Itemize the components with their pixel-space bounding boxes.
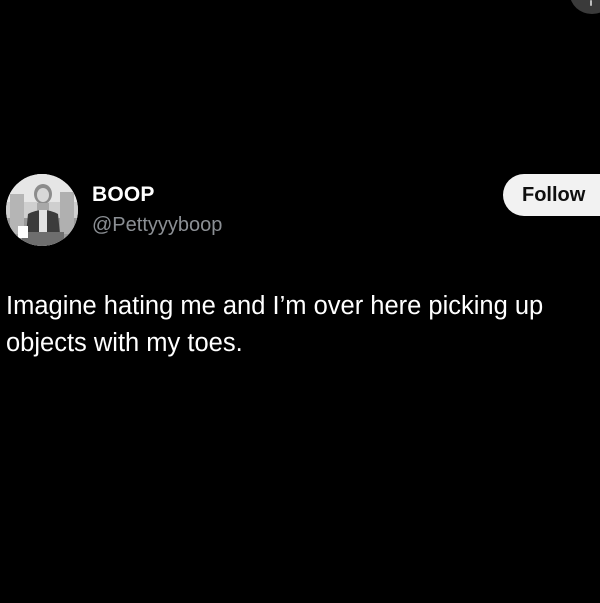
profile-photo-icon [6, 174, 78, 246]
tweet-card: BOOP @Pettyyyboop Follow Imagine hating … [0, 0, 600, 603]
follow-button[interactable]: Follow [503, 174, 600, 216]
tweet-text: Imagine hating me and I’m over here pick… [6, 292, 544, 357]
avatar[interactable] [6, 174, 78, 246]
username-handle[interactable]: @Pettyyyboop [92, 214, 222, 237]
display-name[interactable]: BOOP [92, 183, 155, 207]
